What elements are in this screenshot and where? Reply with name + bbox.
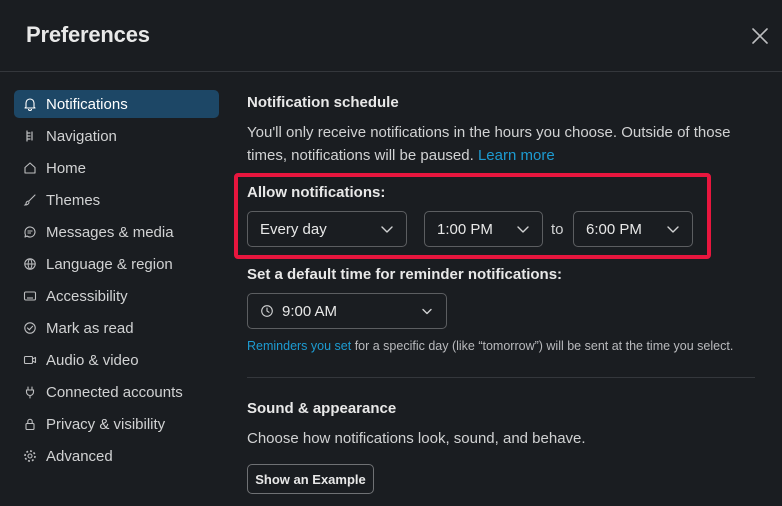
sidebar-item-audio-video[interactable]: Audio & video [14, 346, 219, 374]
sidebar-item-notifications[interactable]: Notifications [14, 90, 219, 118]
section-title-sound-appearance: Sound & appearance [247, 400, 397, 417]
sound-description: Choose how notifications look, sound, an… [247, 430, 586, 447]
start-time-value: 1:00 PM [437, 220, 493, 238]
sidebar-item-navigation[interactable]: Navigation [14, 122, 219, 150]
page-title: Preferences [26, 22, 150, 47]
sidebar-item-label: Home [46, 159, 87, 177]
reminder-time-value: 9:00 AM [282, 302, 338, 320]
sidebar-item-label: Notifications [46, 95, 128, 113]
to-label: to [551, 221, 564, 238]
schedule-description: You'll only receive notifications in the… [247, 121, 752, 167]
sidebar-item-label: Messages & media [46, 223, 174, 241]
sidebar-item-messages-media[interactable]: Messages & media [14, 218, 219, 246]
plug-icon [23, 385, 37, 399]
reminders-you-set-link[interactable]: Reminders you set [247, 339, 351, 353]
sidebar-item-mark-as-read[interactable]: Mark as read [14, 314, 219, 342]
chevron-down-icon [516, 222, 530, 236]
message-icon [23, 225, 37, 239]
sidebar-item-label: Themes [46, 191, 101, 209]
check-circle-icon [23, 321, 37, 335]
close-icon[interactable] [748, 24, 772, 48]
sidebar-item-label: Mark as read [46, 319, 134, 337]
home-icon [23, 161, 37, 175]
brush-icon [23, 193, 37, 207]
sidebar: Notifications Navigation Home Themes Mes… [14, 90, 219, 474]
sidebar-item-advanced[interactable]: Advanced [14, 442, 219, 470]
video-icon [23, 353, 37, 367]
section-divider [247, 377, 755, 378]
globe-icon [23, 257, 37, 271]
sidebar-item-home[interactable]: Home [14, 154, 219, 182]
chevron-down-icon [380, 222, 394, 236]
header: Preferences [0, 0, 782, 72]
end-time-value: 6:00 PM [586, 220, 642, 238]
show-example-button[interactable]: Show an Example [247, 464, 374, 494]
navigation-icon [23, 129, 37, 143]
end-time-select[interactable]: 6:00 PM [573, 211, 693, 247]
sidebar-item-label: Advanced [46, 447, 113, 465]
sidebar-item-label: Audio & video [46, 351, 139, 369]
sidebar-item-connected-accounts[interactable]: Connected accounts [14, 378, 219, 406]
chevron-down-icon [420, 304, 434, 318]
sidebar-item-themes[interactable]: Themes [14, 186, 219, 214]
reminder-note: Reminders you set for a specific day (li… [247, 339, 733, 353]
sidebar-item-label: Language & region [46, 255, 173, 273]
reminder-time-select[interactable]: 9:00 AM [247, 293, 447, 329]
gear-icon [23, 449, 37, 463]
sidebar-item-label: Navigation [46, 127, 117, 145]
sidebar-item-language-region[interactable]: Language & region [14, 250, 219, 278]
clock-icon [260, 304, 274, 318]
lock-icon [23, 417, 37, 431]
allow-notifications-label: Allow notifications: [247, 184, 386, 201]
section-title-notification-schedule: Notification schedule [247, 94, 399, 111]
days-select-value: Every day [260, 220, 327, 238]
start-time-select[interactable]: 1:00 PM [424, 211, 543, 247]
sidebar-item-label: Accessibility [46, 287, 128, 305]
reminder-note-text: for a specific day (like “tomorrow”) wil… [351, 339, 734, 353]
reminder-label: Set a default time for reminder notifica… [247, 266, 563, 283]
sidebar-item-label: Connected accounts [46, 383, 183, 401]
keyboard-icon [23, 289, 37, 303]
bell-icon [23, 97, 37, 111]
sidebar-item-privacy-visibility[interactable]: Privacy & visibility [14, 410, 219, 438]
chevron-down-icon [666, 222, 680, 236]
learn-more-link[interactable]: Learn more [478, 147, 555, 164]
days-select[interactable]: Every day [247, 211, 407, 247]
sidebar-item-accessibility[interactable]: Accessibility [14, 282, 219, 310]
sidebar-item-label: Privacy & visibility [46, 415, 166, 433]
